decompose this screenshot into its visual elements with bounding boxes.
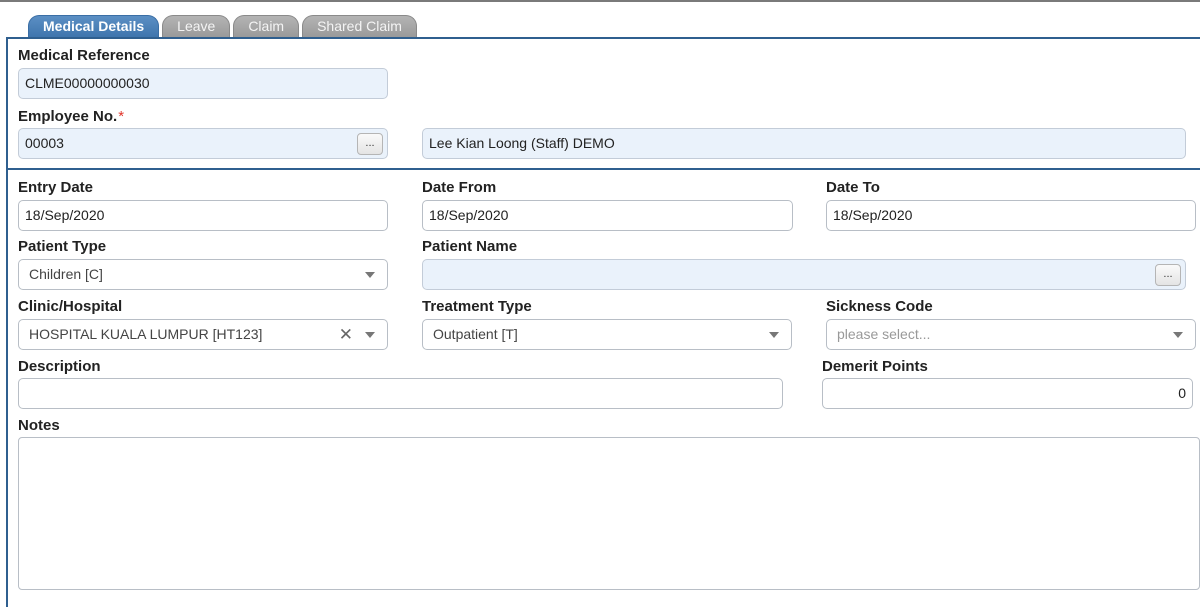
window-top-border <box>0 0 1200 2</box>
clinic-hospital-select[interactable]: HOSPITAL KUALA LUMPUR [HT123] ✕ <box>18 319 388 350</box>
notes-label: Notes <box>18 417 60 434</box>
description-input[interactable] <box>18 378 783 409</box>
patient-name-field[interactable] <box>422 259 1186 290</box>
section-divider <box>6 168 1200 170</box>
date-to-input[interactable]: 18/Sep/2020 <box>826 200 1196 231</box>
sickness-code-select[interactable]: please select... <box>826 319 1196 350</box>
employee-lookup-button[interactable]: ... <box>357 133 383 155</box>
clinic-hospital-value: HOSPITAL KUALA LUMPUR [HT123] <box>29 326 263 342</box>
employee-name-field[interactable]: Lee Kian Loong (Staff) DEMO <box>422 128 1186 159</box>
date-from-label: Date From <box>422 179 497 196</box>
employee-no-label: Employee No.* <box>18 108 124 125</box>
patient-type-label: Patient Type <box>18 238 107 255</box>
patient-name-label: Patient Name <box>422 238 518 255</box>
notes-textarea[interactable] <box>18 437 1200 590</box>
tab-bar: Medical Details Leave Claim Shared Claim <box>28 15 420 38</box>
tab-medical-details[interactable]: Medical Details <box>28 15 160 37</box>
treatment-type-value: Outpatient [T] <box>433 326 518 342</box>
employee-no-label-text: Employee No. <box>18 108 118 125</box>
medical-reference-label: Medical Reference <box>18 47 150 64</box>
treatment-type-label: Treatment Type <box>422 298 532 315</box>
employee-no-field[interactable]: 00003 <box>18 128 388 159</box>
required-marker: * <box>118 108 125 125</box>
chevron-down-icon <box>365 272 375 278</box>
date-to-label: Date To <box>826 179 880 196</box>
treatment-type-select[interactable]: Outpatient [T] <box>422 319 792 350</box>
clinic-hospital-label: Clinic/Hospital <box>18 298 123 315</box>
entry-date-input[interactable]: 18/Sep/2020 <box>18 200 388 231</box>
chevron-down-icon <box>1173 332 1183 338</box>
date-from-input[interactable]: 18/Sep/2020 <box>422 200 793 231</box>
patient-lookup-button[interactable]: ... <box>1155 264 1181 286</box>
tab-shared-claim[interactable]: Shared Claim <box>302 15 417 37</box>
demerit-points-label: Demerit Points <box>822 358 928 375</box>
patient-type-value: Children [C] <box>29 266 103 282</box>
description-label: Description <box>18 358 101 375</box>
patient-type-select[interactable]: Children [C] <box>18 259 388 290</box>
tab-claim[interactable]: Claim <box>233 15 300 37</box>
clear-icon[interactable]: ✕ <box>339 320 353 349</box>
tab-leave[interactable]: Leave <box>162 15 231 37</box>
entry-date-label: Entry Date <box>18 179 94 196</box>
demerit-points-input[interactable]: 0 <box>822 378 1193 409</box>
chevron-down-icon <box>365 332 375 338</box>
sickness-code-label: Sickness Code <box>826 298 933 315</box>
medical-reference-field[interactable]: CLME00000000030 <box>18 68 388 99</box>
sickness-code-placeholder: please select... <box>837 326 931 342</box>
chevron-down-icon <box>769 332 779 338</box>
